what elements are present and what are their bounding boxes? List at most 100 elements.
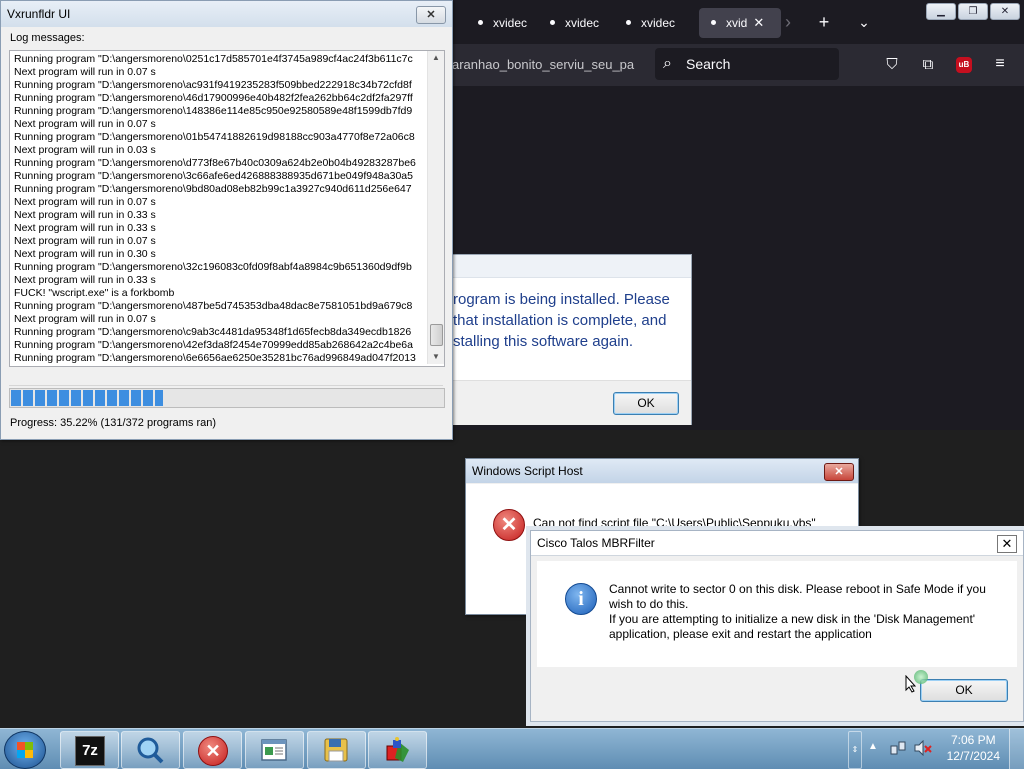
paint-shapes-icon [383, 736, 411, 764]
taskbar-app-magnifier[interactable] [121, 731, 180, 769]
browser-tab-bar: xvidec xvidec xvidec xvid ✕ › + ⌄ ▁ ❐ ✕ [452, 0, 1024, 44]
7zip-icon: 7z [75, 736, 105, 766]
search-box[interactable]: ⌕ Search [655, 48, 839, 80]
vxrunfldr-close-button[interactable]: ✕ [416, 6, 446, 24]
log-line: Running program "D:\angersmoreno\46d1790… [14, 92, 413, 104]
progress-bar [9, 388, 445, 408]
log-line: Next program will run in 0.07 s [14, 66, 156, 78]
cisco-message-line: application, please exit and restart the… [609, 627, 872, 641]
hamburger-menu-icon[interactable]: ≡ [990, 54, 1010, 74]
log-messages-list[interactable]: Running program "D:\angersmoreno\6e6656a… [9, 50, 445, 367]
tab-favicon-icon [626, 20, 631, 25]
pocket-icon[interactable]: ⛉ [882, 55, 902, 75]
clock-time: 7:06 PM [950, 733, 996, 747]
log-line: Next program will run in 0.07 s [14, 196, 156, 208]
network-icon[interactable] [890, 740, 906, 756]
taskbar-app-floppy-save[interactable] [307, 731, 366, 769]
extensions-icon[interactable]: ⧉ [918, 55, 938, 75]
cisco-close-button[interactable]: ✕ [997, 535, 1017, 553]
browser-nav-bar: aranhao_bonito_serviu_seu_pa ⌕ Search ⛉ … [452, 44, 1024, 86]
url-bar[interactable]: aranhao_bonito_serviu_seu_pa [452, 54, 648, 76]
new-tab-plus-icon[interactable]: + [814, 12, 834, 32]
cisco-body: i Cannot write to sector 0 on this disk.… [537, 561, 1017, 667]
show-desktop-button[interactable] [1009, 729, 1024, 769]
tab-favicon-icon [711, 20, 716, 25]
search-icon: ⌕ [663, 55, 672, 72]
log-line: Running program "D:\angersmoreno\487be5d… [14, 300, 413, 312]
browser-tab-2[interactable]: xvidec [550, 8, 620, 38]
log-line: Running program "D:\angersmoreno\d773f8e… [14, 157, 416, 169]
browser-tab-active[interactable]: xvid ✕ [699, 8, 781, 38]
installer-ok-button[interactable]: OK [613, 392, 679, 415]
search-placeholder: Search [686, 56, 731, 72]
progress-bar-fill [11, 390, 163, 406]
log-line: FUCK! "wscript.exe" is a forkbomb [14, 287, 175, 299]
log-line: Running program "D:\angersmoreno\01b5474… [14, 131, 415, 143]
start-button[interactable] [4, 731, 46, 769]
log-line: Next program will run in 0.07 s [14, 118, 156, 130]
log-line: Next program will run in 0.30 s [14, 248, 156, 260]
close-tab-icon[interactable]: ✕ [753, 15, 764, 30]
taskbar-app-7zip[interactable]: 7z [60, 731, 119, 769]
vxrunfldr-window: Vxrunfldr UI ✕ Log messages: Running pro… [0, 0, 453, 440]
log-line: Running program "D:\angersmoreno\42ef3da… [14, 339, 413, 351]
log-line: Next program will run in 0.33 s [14, 209, 156, 221]
tab-favicon-icon [550, 20, 555, 25]
taskbar-app-document-window[interactable] [245, 731, 304, 769]
installer-dialog: rogram is being installed. Please that i… [452, 254, 692, 425]
cisco-talos-dialog: Cisco Talos MBRFilter ✕ i Cannot write t… [530, 530, 1024, 722]
volume-muted-icon[interactable] [914, 739, 932, 757]
vxrunfldr-title: Vxrunfldr UI [1, 1, 452, 27]
log-line: Running program "D:\angersmoreno\0251c17… [14, 53, 413, 65]
log-line: Running program "D:\angersmoreno\9bd80ad… [14, 183, 412, 195]
magnifier-icon [136, 736, 164, 764]
browser-tab-1[interactable]: xvidec [478, 8, 548, 38]
log-scrollbar[interactable]: ▲ ▼ [427, 51, 444, 364]
taskbar: 7z ✕ ⇕ ▲ 7:06 PM 12/7/2024 [0, 728, 1024, 769]
installer-message: rogram is being installed. Please that i… [453, 291, 670, 350]
divider [9, 385, 443, 386]
installer-dialog-titlebar [453, 255, 691, 278]
scroll-up-arrow-icon[interactable]: ▲ [428, 51, 444, 65]
log-line: Running program "D:\angersmoreno\c9ab3c4… [14, 326, 412, 338]
log-line: Next program will run in 0.03 s [14, 144, 156, 156]
scrollbar-thumb[interactable] [430, 324, 443, 346]
log-line: Running program "D:\angersmoreno\32c1960… [14, 261, 412, 273]
show-hidden-icons-chevron-icon[interactable]: ▲ [868, 741, 878, 752]
cisco-message-line: Cannot write to sector 0 on this disk. P… [609, 582, 986, 596]
minimize-button[interactable]: ▁ [926, 3, 956, 20]
log-messages-label: Log messages: [10, 32, 85, 44]
progress-text: Progress: 35.22% (131/372 programs ran) [10, 417, 217, 429]
cisco-title: Cisco Talos MBRFilter [531, 531, 1023, 556]
browser-tab-3[interactable]: xvidec [626, 8, 696, 38]
maximize-button[interactable]: ❐ [958, 3, 988, 20]
ublock-origin-icon[interactable]: uB [956, 57, 972, 73]
log-line: Running program "D:\angersmoreno\ac931f9… [14, 79, 412, 91]
wsh-close-button[interactable]: ✕ [824, 463, 854, 481]
info-icon: i [565, 583, 597, 615]
tab-scroll-right-icon[interactable]: › [778, 12, 798, 32]
cisco-message-line: If you are attempting to initialize a ne… [609, 612, 976, 626]
log-line: Running program "D:\angersmoreno\6e6656a… [14, 352, 416, 364]
cisco-ok-button[interactable]: OK [920, 679, 1008, 702]
list-tabs-chevron-down-icon[interactable]: ⌄ [854, 12, 874, 32]
cisco-message-line: wish to do this. [609, 597, 689, 611]
log-line: Running program "D:\angersmoreno\148386e… [14, 105, 413, 117]
taskbar-clock[interactable]: 7:06 PM 12/7/2024 [947, 732, 1000, 764]
log-line: Next program will run in 0.33 s [14, 274, 156, 286]
taskbar-app-paint-shapes[interactable] [368, 731, 427, 769]
tray-scroll-icon[interactable]: ⇕ [848, 731, 862, 769]
busy-cursor-icon [914, 670, 928, 684]
system-tray: ⇕ ▲ 7:06 PM 12/7/2024 [848, 729, 1024, 769]
error-icon: ✕ [493, 509, 525, 541]
log-line: Next program will run in 0.33 s [14, 222, 156, 234]
close-window-button[interactable]: ✕ [990, 3, 1020, 20]
clock-date: 12/7/2024 [946, 749, 1000, 763]
scroll-down-arrow-icon[interactable]: ▼ [428, 350, 444, 364]
wsh-message: Can not find script file "C:\Users\Publi… [533, 516, 816, 530]
taskbar-app-error[interactable]: ✕ [183, 731, 242, 769]
floppy-disk-icon [322, 736, 350, 764]
installer-dialog-footer: OK [453, 380, 691, 425]
log-line: Next program will run in 0.07 s [14, 235, 156, 247]
tab-favicon-icon [478, 20, 483, 25]
